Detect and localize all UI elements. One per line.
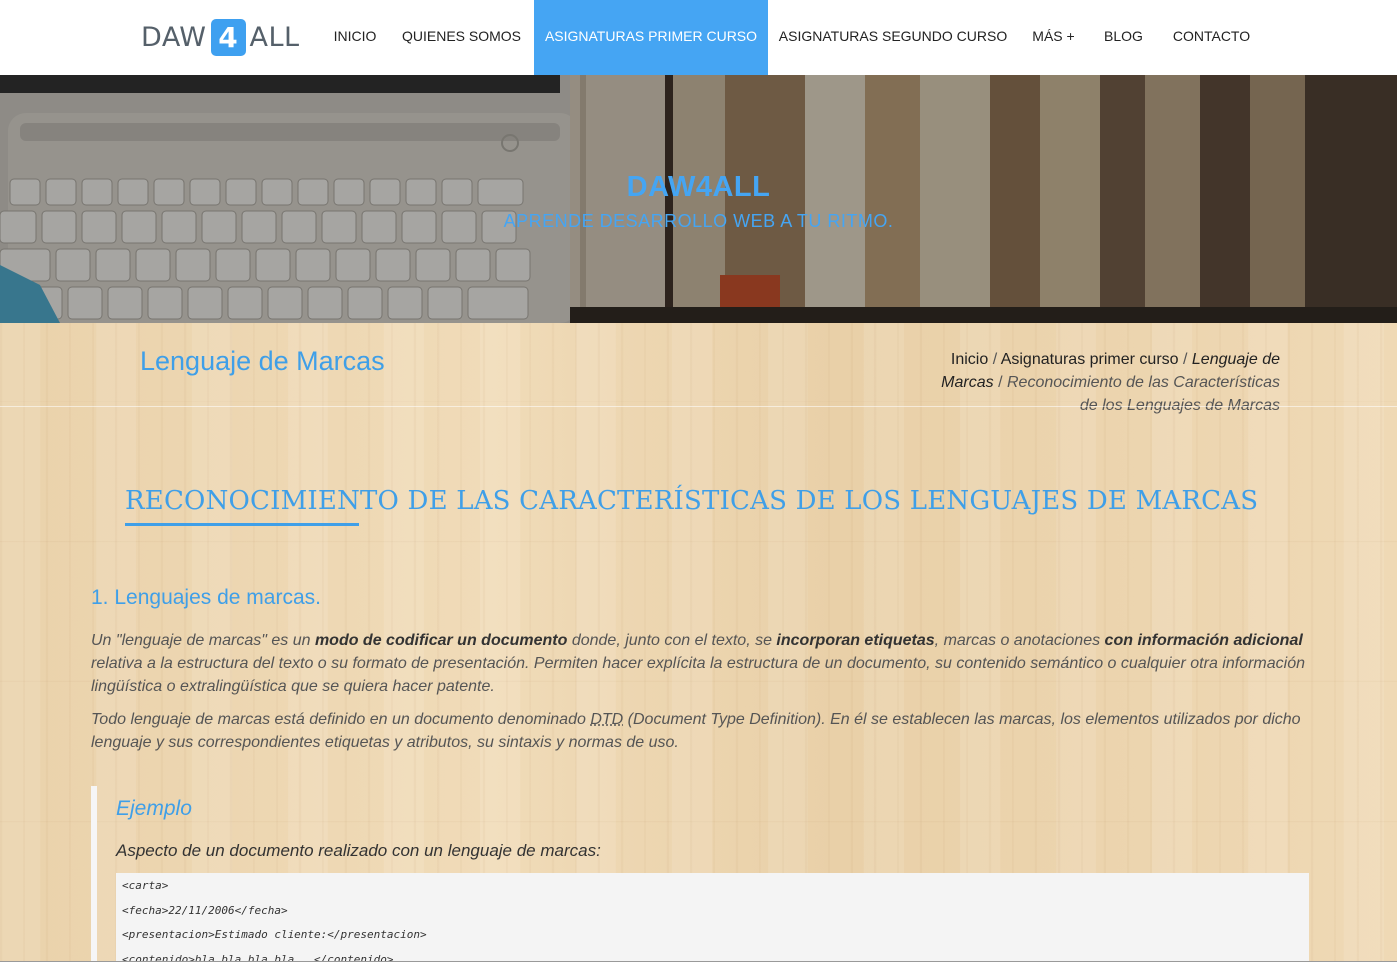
breadcrumb-current: Reconocimiento de las Características de…	[1006, 374, 1280, 414]
hero-subtitle: APRENDE DESARROLLO WEB A TU RITMO.	[503, 211, 894, 231]
paragraph-dtd: Todo lenguaje de marcas está definido en…	[91, 711, 1301, 751]
dtd-abbreviation[interactable]: DTD	[590, 711, 623, 728]
logo-number-badge: 4	[210, 18, 246, 56]
code-line: <carta>	[122, 879, 169, 892]
paragraph-definition: Un "lenguaje de marcas" es un modo de co…	[91, 632, 1305, 695]
hero-banner: DAW4ALL APRENDE DESARROLLO WEB A TU RITM…	[0, 75, 1397, 323]
section-divider	[0, 406, 1397, 407]
example-box: Ejemplo Aspecto de un documento realizad…	[91, 786, 1311, 962]
breadcrumb-asignaturas-primer-curso[interactable]: Asignaturas primer curso	[1001, 351, 1179, 368]
article-title: RECONOCIMIENTO DE LAS CARACTERÍSTICAS DE…	[125, 486, 1259, 516]
breadcrumb-separator: /	[1183, 351, 1188, 368]
nav-item-asignaturas-segundo-curso[interactable]: ASIGNATURAS SEGUNDO CURSO	[768, 0, 1018, 75]
code-line: <fecha>22/11/2006</fecha>	[122, 903, 288, 917]
example-title: Ejemplo	[116, 797, 192, 820]
nav-item-contacto[interactable]: CONTACTO	[1158, 0, 1265, 75]
logo-text-left: DAW	[141, 21, 207, 53]
code-line: <presentacion>Estimado cliente:</present…	[122, 928, 427, 941]
nav-item-blog[interactable]: BLOG	[1089, 0, 1158, 75]
logo-text-right: ALL	[249, 21, 300, 53]
nav-item-asignaturas-primer-curso[interactable]: ASIGNATURAS PRIMER CURSO	[534, 0, 768, 75]
page-title: Lenguaje de Marcas	[140, 346, 385, 376]
code-block: <carta> <fecha>22/11/2006</fecha> <prese…	[116, 873, 1309, 962]
example-description: Aspecto de un documento realizado con un…	[116, 841, 601, 860]
example-left-border	[91, 786, 97, 962]
section-heading: 1. Lenguajes de marcas.	[91, 586, 321, 609]
site-logo[interactable]: DAW 4 ALL	[141, 17, 300, 57]
breadcrumb-separator: /	[992, 351, 998, 368]
nav-item-quienes-somos[interactable]: QUIENES SOMOS	[389, 0, 534, 75]
title-underline	[125, 523, 359, 526]
nav-item-mas[interactable]: MÁS +	[1018, 0, 1089, 75]
breadcrumb-separator: /	[998, 374, 1003, 391]
breadcrumb-inicio[interactable]: Inicio	[951, 351, 988, 368]
hero-title: DAW4ALL	[626, 171, 771, 203]
top-navbar: DAW 4 ALL INICIO QUIENES SOMOS ASIGNATUR…	[0, 0, 1397, 75]
nav-item-inicio[interactable]: INICIO	[321, 0, 389, 75]
